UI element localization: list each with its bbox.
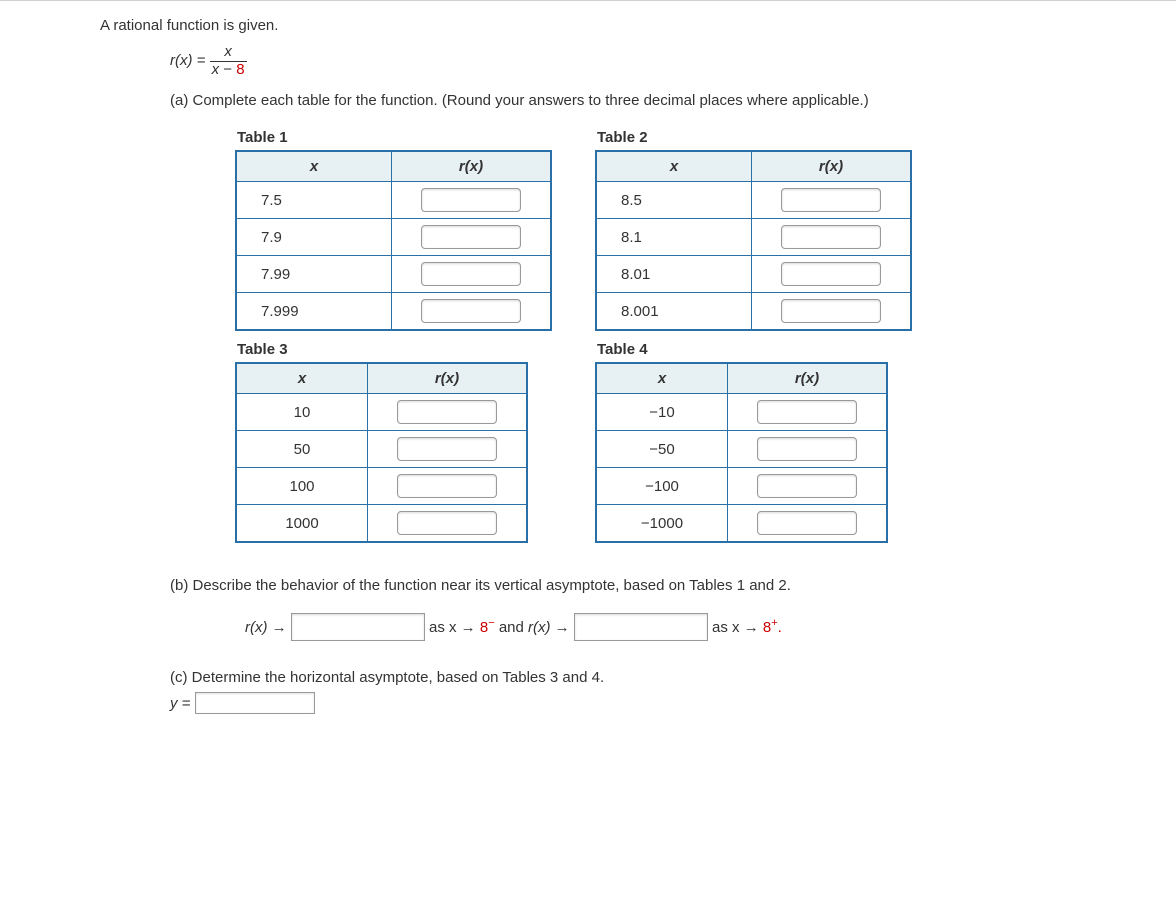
table3-x-1: 50 [236, 431, 368, 468]
c-input[interactable] [195, 692, 315, 714]
table1-col-rx: r(x) [392, 151, 552, 182]
table1-col-x: x [236, 151, 392, 182]
table1-title: Table 1 [237, 129, 595, 146]
table3-ans-0[interactable] [397, 400, 497, 424]
table4-x-3: −1000 [596, 505, 728, 543]
b-pre-1: r(x) → [245, 619, 287, 636]
b-input-2[interactable] [574, 613, 708, 641]
b-period: . [778, 619, 782, 636]
table3-ans-3[interactable] [397, 511, 497, 535]
table3-col-rx: r(x) [368, 363, 528, 394]
b-post-1b: 8 [480, 619, 488, 636]
table1-x-1: 7.9 [236, 219, 392, 256]
b-post-1a: as x → [429, 619, 480, 636]
b-and: and [499, 619, 528, 636]
table1-ans-3[interactable] [421, 299, 521, 323]
table3-ans-2[interactable] [397, 474, 497, 498]
part-c-text: (c) Determine the horizontal asymptote, … [170, 669, 1176, 686]
function-definition: r(x) = x x − 8 [170, 44, 1176, 78]
table1-ans-0[interactable] [421, 188, 521, 212]
table2-x-1: 8.1 [596, 219, 752, 256]
table1-x-2: 7.99 [236, 256, 392, 293]
table1-ans-1[interactable] [421, 225, 521, 249]
table4-x-2: −100 [596, 468, 728, 505]
table2-ans-2[interactable] [781, 262, 881, 286]
table4-col-rx: r(x) [728, 363, 888, 394]
c-label: y = [170, 695, 190, 712]
table1-ans-2[interactable] [421, 262, 521, 286]
table4-ans-1[interactable] [757, 437, 857, 461]
b-post-2a: as x → [712, 619, 763, 636]
table3-x-3: 1000 [236, 505, 368, 543]
table2-col-rx: r(x) [752, 151, 912, 182]
table2-title: Table 2 [597, 129, 955, 146]
table4: x r(x) −10 −50 −100 −1000 [595, 362, 888, 543]
b-pre-2: r(x) → [528, 619, 570, 636]
b-sup-1: − [488, 617, 494, 629]
table4-col-x: x [596, 363, 728, 394]
table4-ans-0[interactable] [757, 400, 857, 424]
table1-x-3: 7.999 [236, 293, 392, 331]
table2-col-x: x [596, 151, 752, 182]
b-input-1[interactable] [291, 613, 425, 641]
table4-ans-3[interactable] [757, 511, 857, 535]
table4-x-0: −10 [596, 394, 728, 431]
part-b-text: (b) Describe the behavior of the functio… [170, 577, 1176, 594]
part-a-text: (a) Complete each table for the function… [170, 92, 1176, 109]
table4-x-1: −50 [596, 431, 728, 468]
table2: x r(x) 8.5 8.1 8.01 8.001 [595, 150, 912, 331]
intro-text: A rational function is given. [100, 17, 1176, 34]
part-b-inputs: r(x) → as x → 8− and r(x) → as x → 8+. [245, 606, 1176, 645]
b-post-2b: 8 [763, 619, 771, 636]
table3-ans-1[interactable] [397, 437, 497, 461]
table2-ans-1[interactable] [781, 225, 881, 249]
table2-x-2: 8.01 [596, 256, 752, 293]
table1: x r(x) 7.5 7.9 7.99 7.999 [235, 150, 552, 331]
table2-ans-0[interactable] [781, 188, 881, 212]
table2-x-0: 8.5 [596, 182, 752, 219]
table4-title: Table 4 [597, 341, 955, 358]
table3: x r(x) 10 50 100 1000 [235, 362, 528, 543]
table3-x-0: 10 [236, 394, 368, 431]
table3-col-x: x [236, 363, 368, 394]
table4-ans-2[interactable] [757, 474, 857, 498]
table3-title: Table 3 [237, 341, 595, 358]
table2-x-3: 8.001 [596, 293, 752, 331]
table3-x-2: 100 [236, 468, 368, 505]
table1-x-0: 7.5 [236, 182, 392, 219]
table2-ans-3[interactable] [781, 299, 881, 323]
